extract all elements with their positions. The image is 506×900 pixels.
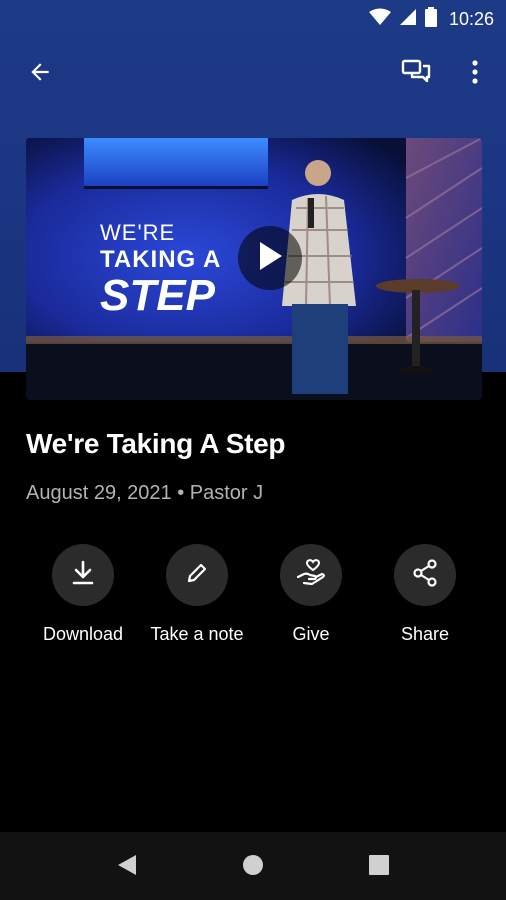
video-player[interactable]: WE'RE TAKING A STEP [26,138,482,400]
take-note-circle[interactable] [166,544,228,606]
play-button[interactable] [238,226,302,290]
download-circle[interactable] [52,544,114,606]
nav-recents-button[interactable] [364,852,394,882]
sermon-meta: August 29, 2021 • Pastor J [26,482,264,504]
status-time: 10:26 [448,9,494,29]
arrow-left-icon [27,59,53,90]
share-circle[interactable] [394,544,456,606]
square-recents-icon [368,854,390,881]
pencil-icon [185,561,209,590]
overlay-line-1: WE'RE [100,220,176,245]
share-label: Share [400,624,450,644]
download-button[interactable]: Download [26,544,140,645]
overlay-line-2: TAKING A [100,246,222,273]
video-title-overlay: WE'RE TAKING A STEP [100,222,221,318]
action-row: Download Take a note Give Share [26,544,482,654]
app-bar [0,48,506,100]
download-icon [71,560,95,591]
more-options-button[interactable] [453,52,497,96]
take-note-label: Take a note [150,624,244,644]
give-button[interactable]: Give [254,544,368,645]
chat-bubbles-icon [401,58,431,91]
give-label: Give [292,624,330,644]
download-label: Download [42,624,124,644]
share-button[interactable]: Share [368,544,482,645]
give-circle[interactable] [280,544,342,606]
status-bar: 10:26 [0,0,506,36]
system-nav-bar [0,832,506,900]
hand-heart-icon [296,558,326,592]
sermon-title: We're Taking A Step [26,428,286,459]
battery-icon [424,7,437,32]
take-note-button[interactable]: Take a note [140,544,254,645]
share-icon [412,558,438,592]
chat-button[interactable] [394,52,438,96]
play-icon [256,240,284,277]
overlay-line-3: STEP [100,271,215,320]
triangle-back-icon [116,853,138,882]
circle-home-icon [241,853,265,882]
wifi-icon [368,8,391,31]
cell-signal-icon [399,8,417,31]
nav-back-button[interactable] [112,852,142,882]
more-vertical-icon [471,59,479,90]
nav-home-button[interactable] [238,852,268,882]
back-button[interactable] [18,52,62,96]
